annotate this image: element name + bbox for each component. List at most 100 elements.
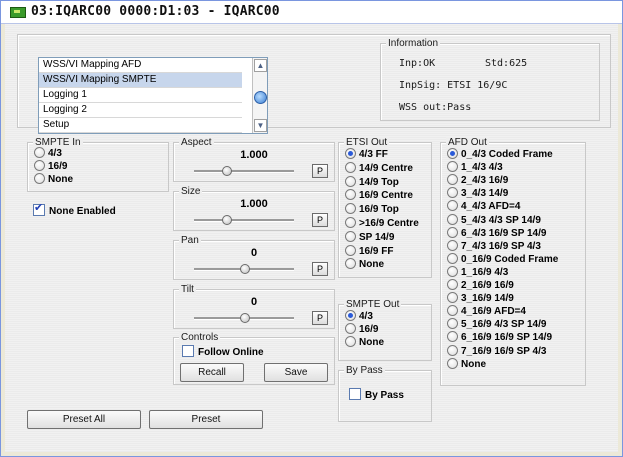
radio-icon[interactable] <box>447 331 458 343</box>
afd-out-option[interactable]: 1_4/3 4/3 <box>447 161 503 173</box>
afd-out-option[interactable]: 3_4/3 14/9 <box>447 187 508 199</box>
afd-out-option[interactable]: None <box>447 357 486 370</box>
scroll-thumb[interactable] <box>254 91 267 104</box>
pan-preset-button[interactable]: P <box>312 262 328 276</box>
none-enabled-checkbox[interactable]: None Enabled <box>33 202 116 217</box>
etsi-out-option[interactable]: None <box>345 258 384 270</box>
afd-out-option[interactable]: 6_4/3 16/9 SP 14/9 <box>447 226 547 239</box>
afd-out-option[interactable]: 7_16/9 16/9 SP 4/3 <box>447 344 546 357</box>
tilt-slider-knob[interactable] <box>240 313 250 323</box>
radio-icon[interactable] <box>345 258 356 270</box>
recall-button[interactable]: Recall <box>180 363 244 382</box>
radio-icon[interactable] <box>447 187 458 199</box>
radio-icon[interactable] <box>345 217 356 228</box>
radio-icon[interactable] <box>345 148 356 159</box>
size-preset-button[interactable]: P <box>312 213 328 227</box>
smpte-in-option[interactable]: 4/3 <box>34 147 62 159</box>
list-item[interactable]: Logging 2 <box>39 103 242 118</box>
radio-icon[interactable] <box>345 203 356 215</box>
radio-icon[interactable] <box>447 252 458 264</box>
etsi-out-option-label: SP 14/9 <box>359 231 395 243</box>
afd-out-option[interactable]: 5_4/3 4/3 SP 14/9 <box>447 213 541 226</box>
aspect-label: Aspect <box>179 137 214 149</box>
list-item[interactable]: Stat <box>39 133 242 134</box>
radio-icon[interactable] <box>447 344 458 356</box>
afd-out-option[interactable]: 4_4/3 AFD=4 <box>447 200 520 212</box>
tilt-preset-button[interactable]: P <box>312 311 328 325</box>
etsi-out-option[interactable]: 16/9 Top <box>345 203 399 215</box>
etsi-out-option[interactable]: 4/3 FF <box>345 148 388 160</box>
aspect-preset-button[interactable]: P <box>312 164 328 178</box>
save-button[interactable]: Save <box>264 363 328 382</box>
radio-icon[interactable] <box>447 174 458 186</box>
etsi-out-option[interactable]: 16/9 FF <box>345 244 393 257</box>
list-item[interactable]: WSS/VI Mapping SMPTE <box>39 73 242 88</box>
aspect-slider-track[interactable] <box>194 170 294 173</box>
checkbox-icon[interactable] <box>349 388 361 400</box>
pan-slider-knob[interactable] <box>240 264 250 274</box>
radio-icon[interactable] <box>345 230 356 242</box>
radio-icon[interactable] <box>34 147 45 158</box>
afd-out-option[interactable]: 0_4/3 Coded Frame <box>447 148 553 160</box>
radio-icon[interactable] <box>34 173 45 184</box>
checkbox-icon[interactable] <box>182 345 194 357</box>
etsi-out-option[interactable]: >16/9 Centre <box>345 217 419 229</box>
size-slider-track[interactable] <box>194 219 294 222</box>
list-item[interactable]: Setup <box>39 118 242 133</box>
etsi-out-option[interactable]: 14/9 Centre <box>345 161 413 174</box>
smpte-out-option-label: 16/9 <box>359 324 379 335</box>
radio-icon[interactable] <box>447 148 458 159</box>
scroll-up-icon[interactable]: ▲ <box>254 59 267 72</box>
afd-out-option[interactable]: 0_16/9 Coded Frame <box>447 252 558 265</box>
radio-icon[interactable] <box>447 161 458 173</box>
follow-online-checkbox[interactable]: Follow Online <box>182 345 264 358</box>
radio-icon[interactable] <box>345 189 356 201</box>
smpte-out-option[interactable]: 16/9 <box>345 323 378 335</box>
page-list[interactable]: WSS/VI Mapping AFD WSS/VI Mapping SMPTE Lo… <box>38 57 268 134</box>
radio-icon[interactable] <box>447 239 458 251</box>
radio-icon[interactable] <box>447 265 458 277</box>
aspect-slider-knob[interactable] <box>222 166 232 176</box>
afd-out-option[interactable]: 6_16/9 16/9 SP 14/9 <box>447 331 552 343</box>
afd-out-option[interactable]: 5_16/9 4/3 SP 14/9 <box>447 318 546 330</box>
afd-out-option[interactable]: 7_4/3 16/9 SP 4/3 <box>447 239 541 252</box>
size-slider-knob[interactable] <box>222 215 232 225</box>
etsi-out-option[interactable]: SP 14/9 <box>345 230 395 243</box>
radio-icon[interactable] <box>447 318 458 330</box>
radio-icon[interactable] <box>345 336 356 347</box>
smpte-out-option[interactable]: None <box>345 336 384 348</box>
etsi-out-option[interactable]: 16/9 Centre <box>345 189 413 201</box>
radio-icon[interactable] <box>34 160 45 171</box>
radio-icon[interactable] <box>447 292 458 304</box>
scroll-down-icon[interactable]: ▼ <box>254 119 267 132</box>
radio-icon[interactable] <box>345 161 356 173</box>
preset-button[interactable]: Preset <box>149 410 263 429</box>
smpte-in-option[interactable]: 16/9 <box>34 160 67 172</box>
radio-icon[interactable] <box>447 213 458 225</box>
preset-all-button[interactable]: Preset All <box>27 410 141 429</box>
list-item[interactable]: Logging 1 <box>39 88 242 103</box>
title-bar[interactable]: 03:IQARC00 0000:D1:03 - IQARC00 <box>1 1 622 24</box>
afd-out-option[interactable]: 1_16/9 4/3 <box>447 265 508 278</box>
afd-out-option[interactable]: 2_16/9 16/9 <box>447 279 514 291</box>
list-scrollbar[interactable]: ▲ ▼ <box>252 58 267 133</box>
radio-icon[interactable] <box>345 323 356 334</box>
radio-icon[interactable] <box>447 226 458 238</box>
radio-icon[interactable] <box>447 305 458 317</box>
smpte-in-option[interactable]: None <box>34 173 73 185</box>
radio-icon[interactable] <box>345 310 356 321</box>
afd-out-option[interactable]: 3_16/9 14/9 <box>447 292 514 304</box>
radio-icon[interactable] <box>447 200 458 212</box>
bypass-checkbox[interactable]: By Pass <box>349 388 404 401</box>
radio-icon[interactable] <box>447 279 458 290</box>
radio-icon[interactable] <box>345 244 356 256</box>
smpte-out-option[interactable]: 4/3 <box>345 310 373 322</box>
afd-out-option[interactable]: 4_16/9 AFD=4 <box>447 305 526 317</box>
radio-icon[interactable] <box>345 175 356 187</box>
check-icon[interactable] <box>33 202 45 216</box>
list-item[interactable]: WSS/VI Mapping AFD <box>39 58 242 73</box>
afd-out-option[interactable]: 2_4/3 16/9 <box>447 174 508 186</box>
etsi-out-option[interactable]: 14/9 Top <box>345 175 399 188</box>
afd-out-option-label: 6_4/3 16/9 SP 14/9 <box>461 227 547 239</box>
radio-icon[interactable] <box>447 357 458 369</box>
